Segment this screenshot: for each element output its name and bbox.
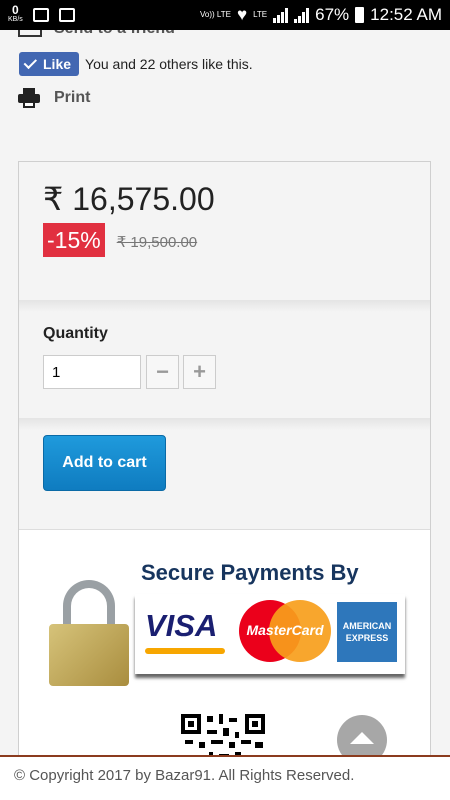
divider: [19, 300, 430, 312]
quantity-increase-button[interactable]: +: [183, 355, 216, 389]
page-content: Send to a friend Like You and 22 others …: [0, 30, 450, 755]
check-icon: [23, 55, 38, 69]
facebook-like-button[interactable]: Like: [19, 52, 80, 76]
network-speed: 0 KB/s: [8, 3, 23, 24]
mail-icon: [18, 30, 42, 37]
print-label: Print: [54, 89, 91, 106]
footer: © Copyright 2017 by Bazar91. All Rights …: [0, 755, 450, 800]
secure-payments-banner: Secure Payments By VISA MasterCard AMERI…: [43, 560, 406, 690]
card-logos: VISA MasterCard AMERICAN EXPRESS: [135, 594, 405, 674]
old-price: ₹ 19,500.00: [116, 234, 198, 251]
printer-icon: [18, 88, 40, 108]
mastercard-label: MasterCard: [246, 622, 324, 638]
amex-logo: AMERICAN EXPRESS: [337, 602, 397, 662]
chevron-up-icon: [350, 732, 374, 744]
secure-payments-title: Secure Payments By: [141, 560, 359, 585]
quantity-input[interactable]: [43, 355, 141, 389]
quantity-label: Quantity: [43, 325, 108, 342]
status-bar: 0 KB/s Vo)) LTE ♥ LTE 67% 12:52 AM: [0, 0, 450, 30]
like-count-text: You and 22 others like this.: [85, 56, 253, 72]
like-row: Like You and 22 others like this.: [19, 52, 253, 76]
clock: 12:52 AM: [370, 5, 442, 24]
add-to-cart-button[interactable]: Add to cart: [43, 435, 166, 491]
current-price: ₹ 16,575.00: [43, 181, 215, 217]
send-to-friend-link[interactable]: Send to a friend: [18, 30, 175, 38]
gallery-icon: [32, 8, 49, 22]
visa-logo: VISA: [145, 608, 218, 643]
amex-line1: AMERICAN: [342, 621, 392, 631]
divider: [19, 418, 430, 430]
mastercard-logo: MasterCard: [239, 600, 331, 662]
volte-indicator: Vo)) LTE: [199, 10, 231, 19]
battery-icon: [355, 7, 365, 23]
payment-section: Secure Payments By VISA MasterCard AMERI…: [19, 529, 430, 755]
send-to-friend-label: Send to a friend: [54, 30, 175, 38]
discount-badge: -15%: [43, 223, 105, 257]
signal-icon: [273, 7, 289, 23]
signal-icon-2: [294, 7, 310, 23]
net-speed-value: 0: [12, 3, 19, 17]
discount-row: -15% ₹ 19,500.00: [43, 223, 197, 257]
scroll-to-top-button[interactable]: [337, 715, 387, 755]
visa-stripe: [145, 648, 225, 654]
qr-code: [179, 710, 269, 755]
sync-icon: [58, 8, 75, 22]
like-button-label: Like: [43, 56, 72, 72]
amex-line2: EXPRESS: [345, 633, 389, 643]
battery-percent: 67%: [315, 5, 350, 24]
print-link[interactable]: Print: [18, 88, 90, 108]
lte-indicator: LTE: [253, 10, 268, 19]
copyright-text: © Copyright 2017 by Bazar91. All Rights …: [14, 767, 355, 784]
padlock-icon: [49, 580, 129, 686]
heart-notification-icon: ♥: [236, 5, 248, 24]
quantity-decrease-button[interactable]: −: [146, 355, 179, 389]
net-speed-unit: KB/s: [8, 16, 23, 23]
product-buy-box: ₹ 16,575.00 -15% ₹ 19,500.00 Quantity − …: [18, 161, 431, 755]
